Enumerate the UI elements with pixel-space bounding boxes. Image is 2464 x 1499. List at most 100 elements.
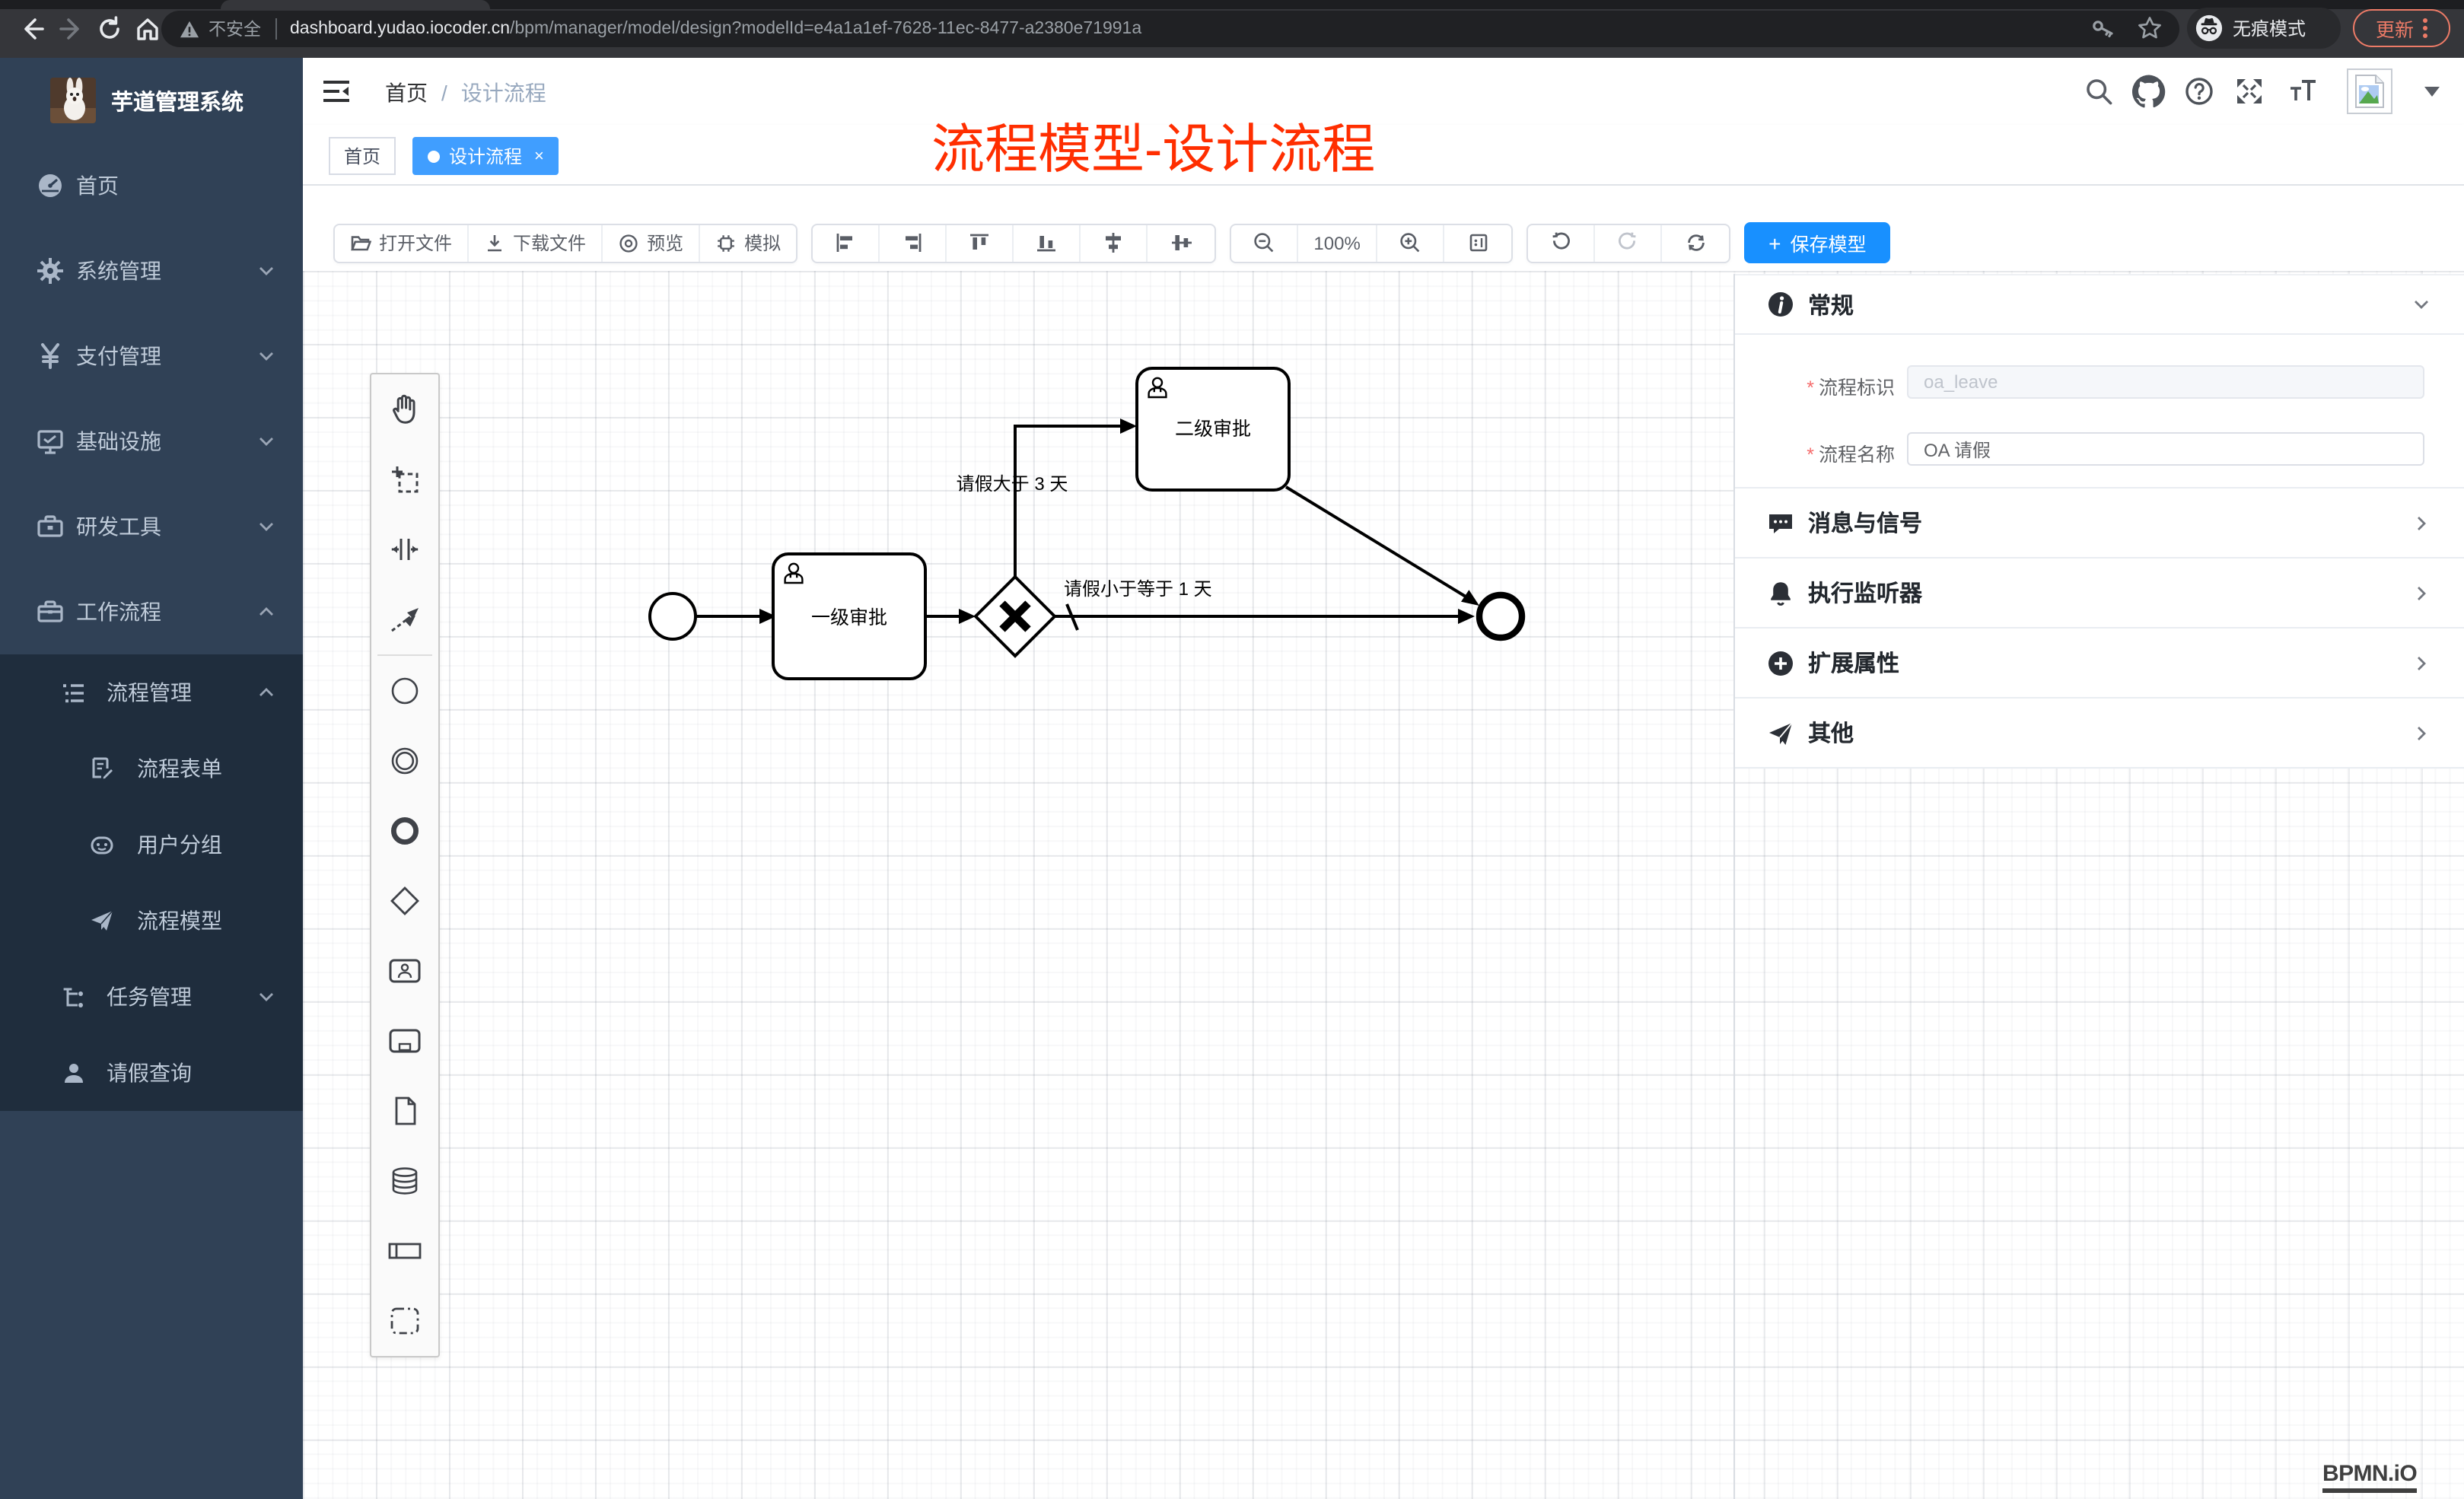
font-size-icon[interactable] [2287, 76, 2318, 107]
redo-button[interactable] [1595, 224, 1662, 261]
field-process-name: *流程名称 [1735, 432, 2464, 466]
palette-space-tool[interactable] [371, 514, 438, 584]
panel-section-message-signal[interactable]: 消息与信号 [1735, 489, 2464, 559]
address-bar[interactable]: 不安全 dashboard.yudao.iocoder.cn/bpm/manag… [161, 11, 2179, 47]
url-host[interactable]: dashboard.yudao.iocoder.cn [290, 20, 510, 38]
align-horizontal-center-button[interactable] [1148, 224, 1214, 261]
open-file-button[interactable]: 打开文件 [335, 224, 469, 261]
breadcrumb-home[interactable]: 首页 [385, 78, 428, 108]
sidebar-item-system[interactable]: 系统管理 [0, 228, 303, 313]
fullscreen-icon[interactable] [2234, 76, 2265, 107]
simulate-button[interactable]: 模拟 [700, 224, 796, 261]
caret-down-icon[interactable] [2424, 87, 2440, 97]
align-left-button[interactable] [813, 224, 880, 261]
palette-user-task[interactable] [371, 936, 438, 1006]
fit-viewport-button[interactable] [1444, 224, 1511, 261]
palette-start-event[interactable] [371, 656, 438, 726]
github-icon[interactable] [2132, 75, 2166, 108]
sidebar-item-infra[interactable]: 基础设施 [0, 399, 303, 484]
sidebar-item-payment[interactable]: 支付管理 [0, 313, 303, 399]
sidebar-item-process-model[interactable]: 流程模型 [0, 883, 303, 959]
sidebar-item-process-management[interactable]: 流程管理 [0, 654, 303, 730]
bookmark-star-icon[interactable] [2137, 15, 2163, 41]
update-button[interactable]: 更新 [2353, 9, 2450, 47]
avatar[interactable] [2347, 68, 2392, 114]
palette-hand-tool[interactable] [371, 374, 438, 444]
main-area: 首页 / 设计流程 首页 设计流程 × [303, 58, 2464, 1499]
password-key-icon[interactable] [2091, 17, 2115, 41]
sidebar-item-devtools[interactable]: 研发工具 [0, 484, 303, 569]
preview-button[interactable]: 预览 [603, 224, 700, 261]
close-tab-icon[interactable]: × [534, 147, 544, 165]
refresh-icon [1684, 231, 1707, 254]
panel-section-execution-listener[interactable]: 执行监听器 [1735, 559, 2464, 629]
end-event-node[interactable] [1479, 595, 1522, 638]
save-model-button[interactable]: + 保存模型 [1744, 222, 1890, 263]
tab-design-process[interactable]: 设计流程 × [412, 137, 559, 175]
app-logo-row[interactable]: 芋道管理系统 [0, 58, 303, 143]
palette-lasso-tool[interactable] [371, 444, 438, 514]
palette-sub-process[interactable] [371, 1006, 438, 1076]
panel-section-extended-attributes[interactable]: 扩展属性 [1735, 629, 2464, 699]
help-icon[interactable] [2184, 76, 2214, 107]
security-label[interactable]: 不安全 [209, 17, 261, 41]
align-vertical-center-button[interactable] [1081, 224, 1148, 261]
undo-button[interactable] [1528, 224, 1595, 261]
sidebar-item-home[interactable]: 首页 [0, 143, 303, 228]
process-name-input[interactable] [1907, 432, 2424, 466]
browser-chrome: 不安全 dashboard.yudao.iocoder.cn/bpm/manag… [0, 0, 2464, 58]
chevron-right-icon [2412, 584, 2431, 602]
browser-tab[interactable] [221, 0, 490, 9]
palette-global-connect-tool[interactable] [371, 584, 438, 654]
search-icon[interactable] [2084, 76, 2114, 107]
sidebar-item-task-management[interactable]: 任务管理 [0, 959, 303, 1035]
active-tab-dot [428, 150, 440, 162]
sidebar-item-leave-query[interactable]: 请假查询 [0, 1035, 303, 1111]
align-bottom-button[interactable] [1014, 224, 1081, 261]
flow-label-over-3-days[interactable]: 请假大于 3 天 [957, 474, 1068, 495]
download-file-button[interactable]: 下载文件 [469, 224, 603, 261]
exclusive-gateway-node[interactable] [976, 577, 1055, 656]
chevron-down-icon [257, 347, 275, 365]
flow-label-under-1-day[interactable]: 请假小于等于 1 天 [1064, 579, 1212, 600]
tags-view-bar: 首页 设计流程 × [303, 125, 2464, 186]
panel-section-general[interactable]: 常规 [1735, 275, 2464, 335]
tab-home[interactable]: 首页 [329, 137, 396, 175]
chevron-down-icon [257, 517, 275, 536]
align-right-button[interactable] [880, 224, 947, 261]
reload-icon[interactable] [96, 15, 123, 43]
zoom-in-button[interactable] [1377, 224, 1444, 261]
restart-button[interactable] [1662, 224, 1729, 261]
palette-intermediate-event[interactable] [371, 726, 438, 796]
palette-end-event[interactable] [371, 796, 438, 866]
task2-label: 二级审批 [1175, 419, 1251, 440]
task-node-level1[interactable]: 一级审批 [773, 554, 925, 679]
palette-gateway[interactable] [371, 866, 438, 936]
required-asterisk: * [1807, 377, 1814, 399]
browser-menu-icon[interactable] [2423, 18, 2427, 38]
menu-fold-icon[interactable] [321, 76, 352, 107]
panel-section-other[interactable]: 其他 [1735, 699, 2464, 769]
process-key-input[interactable] [1907, 365, 2424, 399]
field-label: 流程名称 [1819, 444, 1895, 466]
fit-viewport-icon [1466, 231, 1489, 254]
zoom-out-button[interactable] [1231, 224, 1298, 261]
start-event-node[interactable] [650, 594, 696, 639]
task-node-level2[interactable]: 二级审批 [1137, 368, 1289, 490]
chevron-up-icon [257, 683, 275, 702]
sidebar-item-process-form[interactable]: 流程表单 [0, 730, 303, 807]
url-path[interactable]: /bpm/manager/model/design?modelId=e4a1a1… [510, 20, 1141, 38]
task1-label: 一级审批 [811, 607, 887, 629]
palette-data-object[interactable] [371, 1076, 438, 1146]
dashboard-icon [37, 172, 64, 199]
forward-icon[interactable] [58, 15, 85, 43]
sidebar-item-user-group[interactable]: 用户分组 [0, 807, 303, 883]
back-icon[interactable] [18, 15, 46, 43]
align-top-button[interactable] [947, 224, 1014, 261]
home-icon[interactable] [134, 15, 161, 43]
sidebar-item-workflow[interactable]: 工作流程 [0, 569, 303, 654]
palette-data-store[interactable] [371, 1146, 438, 1216]
bpmn-io-watermark[interactable]: BPMN.iO [2322, 1461, 2417, 1493]
palette-group[interactable] [371, 1286, 438, 1356]
palette-participant[interactable] [371, 1216, 438, 1286]
